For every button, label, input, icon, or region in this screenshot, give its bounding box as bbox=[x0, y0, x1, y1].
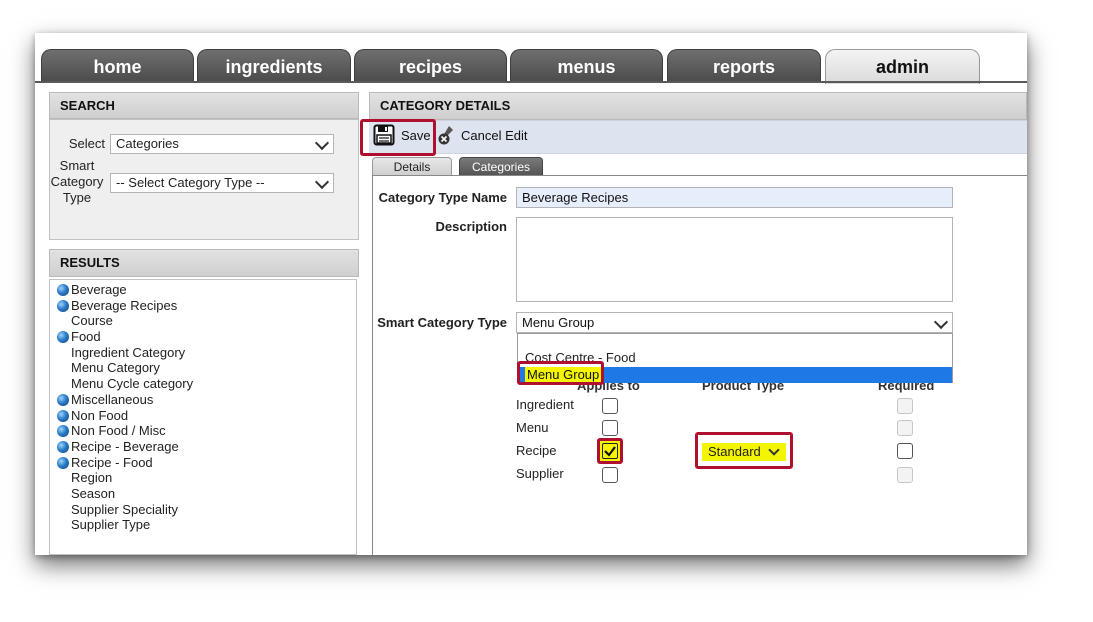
required-checkbox-recipe[interactable] bbox=[897, 443, 913, 459]
applies-checkbox-ingredient[interactable] bbox=[602, 398, 618, 414]
globe-icon bbox=[57, 425, 69, 437]
search-header: SEARCH bbox=[49, 92, 359, 119]
list-item-label: Non Food bbox=[71, 408, 129, 423]
list-item[interactable]: Menu Category bbox=[71, 360, 160, 375]
product-type-value: Standard bbox=[708, 444, 761, 459]
list-item-label: Season bbox=[71, 486, 116, 501]
list-item-label: Course bbox=[71, 313, 113, 328]
dropdown-option-blank[interactable] bbox=[518, 334, 952, 350]
list-item-label: Recipe - Beverage bbox=[71, 439, 179, 454]
globe-icon bbox=[57, 394, 69, 406]
tab-menus[interactable]: menus bbox=[510, 49, 663, 83]
globe-icon bbox=[57, 300, 69, 312]
list-item[interactable]: Non Food / Misc bbox=[57, 423, 166, 438]
list-item[interactable]: Non Food bbox=[57, 408, 129, 423]
required-checkbox-ingredient[interactable] bbox=[897, 398, 913, 414]
smart-label-line3: Type bbox=[62, 190, 92, 205]
results-header: RESULTS bbox=[49, 249, 359, 277]
list-item[interactable]: Supplier Speciality bbox=[71, 502, 178, 517]
select-dropdown[interactable]: Categories bbox=[110, 134, 334, 154]
smart-category-value: -- Select Category Type -- bbox=[116, 175, 265, 190]
chevron-down-icon bbox=[314, 135, 330, 151]
chevron-down-icon bbox=[768, 444, 780, 456]
required-checkbox-supplier[interactable] bbox=[897, 467, 913, 483]
list-item-label: Supplier Type bbox=[71, 517, 151, 532]
globe-icon bbox=[57, 284, 69, 296]
details-header: CATEGORY DETAILS bbox=[369, 92, 1027, 120]
select-label: Select bbox=[68, 136, 105, 151]
select-value: Categories bbox=[116, 136, 179, 151]
list-item-label: Beverage Recipes bbox=[71, 298, 178, 313]
tab-admin[interactable]: admin bbox=[825, 49, 980, 84]
cancel-edit-label: Cancel Edit bbox=[461, 128, 528, 143]
list-item[interactable]: Menu Cycle category bbox=[71, 376, 193, 391]
tab-reports[interactable]: reports bbox=[667, 49, 821, 83]
list-item-label: Supplier Speciality bbox=[71, 502, 178, 517]
save-annotation bbox=[360, 119, 436, 156]
app-window: home ingredients recipes menus reports a… bbox=[35, 33, 1027, 555]
description-textarea[interactable] bbox=[516, 217, 953, 302]
list-item-label: Recipe - Food bbox=[71, 455, 153, 470]
row-label-menu: Menu bbox=[516, 420, 549, 435]
description-label: Description bbox=[435, 219, 507, 234]
list-item[interactable]: Course bbox=[71, 313, 113, 328]
globe-icon bbox=[57, 441, 69, 453]
list-item[interactable]: Beverage bbox=[57, 282, 127, 297]
list-item[interactable]: Recipe - Food bbox=[57, 455, 153, 470]
tab-home[interactable]: home bbox=[41, 49, 194, 83]
tab-details[interactable]: Details bbox=[372, 157, 452, 176]
list-item[interactable]: Food bbox=[57, 329, 101, 344]
list-item[interactable]: Miscellaneous bbox=[57, 392, 154, 407]
row-label-recipe: Recipe bbox=[516, 443, 557, 458]
tab-ingredients[interactable]: ingredients bbox=[197, 49, 351, 83]
nav-divider bbox=[35, 81, 1027, 83]
smart-label-line1: Smart bbox=[59, 158, 95, 173]
details-toolbar: Save Cancel Edit bbox=[369, 120, 1027, 154]
smart-category-type-select[interactable]: Menu Group bbox=[516, 312, 953, 333]
list-item-label: Beverage bbox=[71, 282, 127, 297]
checkmark-icon bbox=[604, 446, 616, 457]
list-item[interactable]: Beverage Recipes bbox=[57, 298, 178, 313]
tab-categories[interactable]: Categories bbox=[459, 157, 543, 176]
list-item-label: Menu Cycle category bbox=[71, 376, 194, 391]
row-label-ingredient: Ingredient bbox=[516, 397, 574, 412]
applies-checkbox-supplier[interactable] bbox=[602, 467, 618, 483]
chevron-down-icon bbox=[314, 174, 330, 190]
cancel-icon bbox=[438, 126, 453, 145]
product-type-select-recipe[interactable]: Standard bbox=[702, 443, 786, 461]
top-nav: home ingredients recipes menus reports a… bbox=[35, 33, 1027, 84]
list-item-label: Region bbox=[71, 470, 113, 485]
smart-label-line2: Category bbox=[50, 174, 104, 189]
results-list: Beverage Beverage Recipes Course Food In… bbox=[49, 279, 357, 555]
row-label-supplier: Supplier bbox=[516, 466, 564, 481]
smart-category-type-label: Smart Category Type bbox=[377, 315, 507, 330]
list-item-label: Miscellaneous bbox=[71, 392, 154, 407]
chevron-down-icon bbox=[933, 314, 949, 330]
smart-category-label: Smart Category Type bbox=[49, 158, 105, 206]
applies-checkbox-menu[interactable] bbox=[602, 420, 618, 436]
category-name-label: Category Type Name bbox=[378, 190, 507, 205]
list-item[interactable]: Recipe - Beverage bbox=[57, 439, 179, 454]
list-item-label: Non Food / Misc bbox=[71, 423, 166, 438]
list-item-label: Menu Category bbox=[71, 360, 160, 375]
list-item[interactable]: Region bbox=[71, 470, 112, 485]
globe-icon bbox=[57, 331, 69, 343]
required-checkbox-menu[interactable] bbox=[897, 420, 913, 436]
list-item[interactable]: Supplier Type bbox=[71, 517, 150, 532]
smart-category-dropdown[interactable]: -- Select Category Type -- bbox=[110, 173, 334, 193]
smart-category-type-value: Menu Group bbox=[522, 315, 595, 330]
globe-icon bbox=[57, 410, 69, 422]
list-item[interactable]: Ingredient Category bbox=[71, 345, 185, 360]
list-item[interactable]: Season bbox=[71, 486, 115, 501]
menu-group-annotation bbox=[517, 361, 604, 385]
tab-recipes[interactable]: recipes bbox=[354, 49, 507, 83]
list-item-label: Ingredient Category bbox=[71, 345, 186, 360]
applies-checkbox-recipe[interactable] bbox=[597, 438, 623, 464]
list-item-label: Food bbox=[71, 329, 101, 344]
globe-icon bbox=[57, 457, 69, 469]
category-name-input[interactable]: Beverage Recipes bbox=[516, 187, 953, 208]
